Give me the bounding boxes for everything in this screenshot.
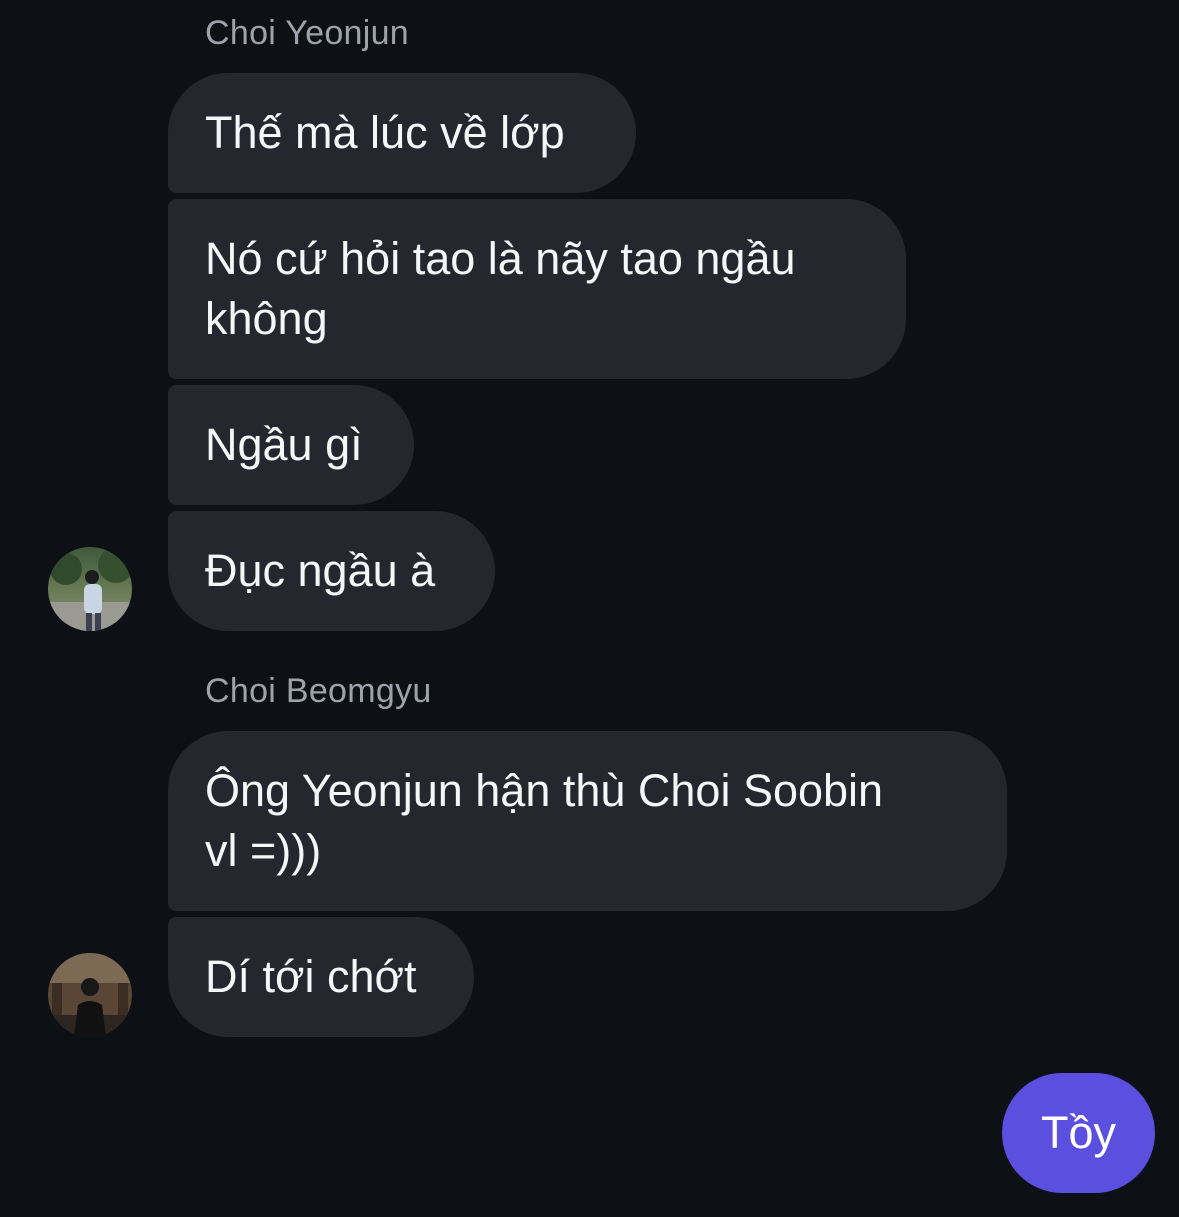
sender-name-yeonjun: Choi Yeonjun xyxy=(205,14,410,52)
message-bubble[interactable]: Đục ngầu à xyxy=(168,511,495,631)
message-text: Đục ngầu à xyxy=(205,545,436,596)
message-text: Thế mà lúc về lớp xyxy=(205,107,565,158)
message-bubble[interactable]: Ngầu gì xyxy=(168,385,414,505)
outgoing-message-bubble[interactable]: Tồy xyxy=(1002,1073,1155,1193)
message-bubble[interactable]: Thế mà lúc về lớp xyxy=(168,73,636,193)
avatar[interactable] xyxy=(48,953,132,1037)
message-text: Ông Yeonjun hận thù Choi Soobin vl =))) xyxy=(205,765,884,876)
sender-name-beomgyu: Choi Beomgyu xyxy=(205,672,432,710)
avatar-photo-icon xyxy=(48,953,132,1037)
message-text: Ngầu gì xyxy=(205,419,363,470)
message-text: Nó cứ hỏi tao là nãy tao ngầu không xyxy=(205,233,796,344)
avatar-photo-icon xyxy=(48,547,132,631)
message-bubble[interactable]: Ông Yeonjun hận thù Choi Soobin vl =))) xyxy=(168,731,1007,911)
avatar[interactable] xyxy=(48,547,132,631)
message-bubble[interactable]: Nó cứ hỏi tao là nãy tao ngầu không xyxy=(168,199,906,379)
message-text: Tồy xyxy=(1040,1107,1116,1158)
message-bubble[interactable]: Dí tới chớt xyxy=(168,917,474,1037)
message-text: Dí tới chớt xyxy=(205,951,417,1002)
